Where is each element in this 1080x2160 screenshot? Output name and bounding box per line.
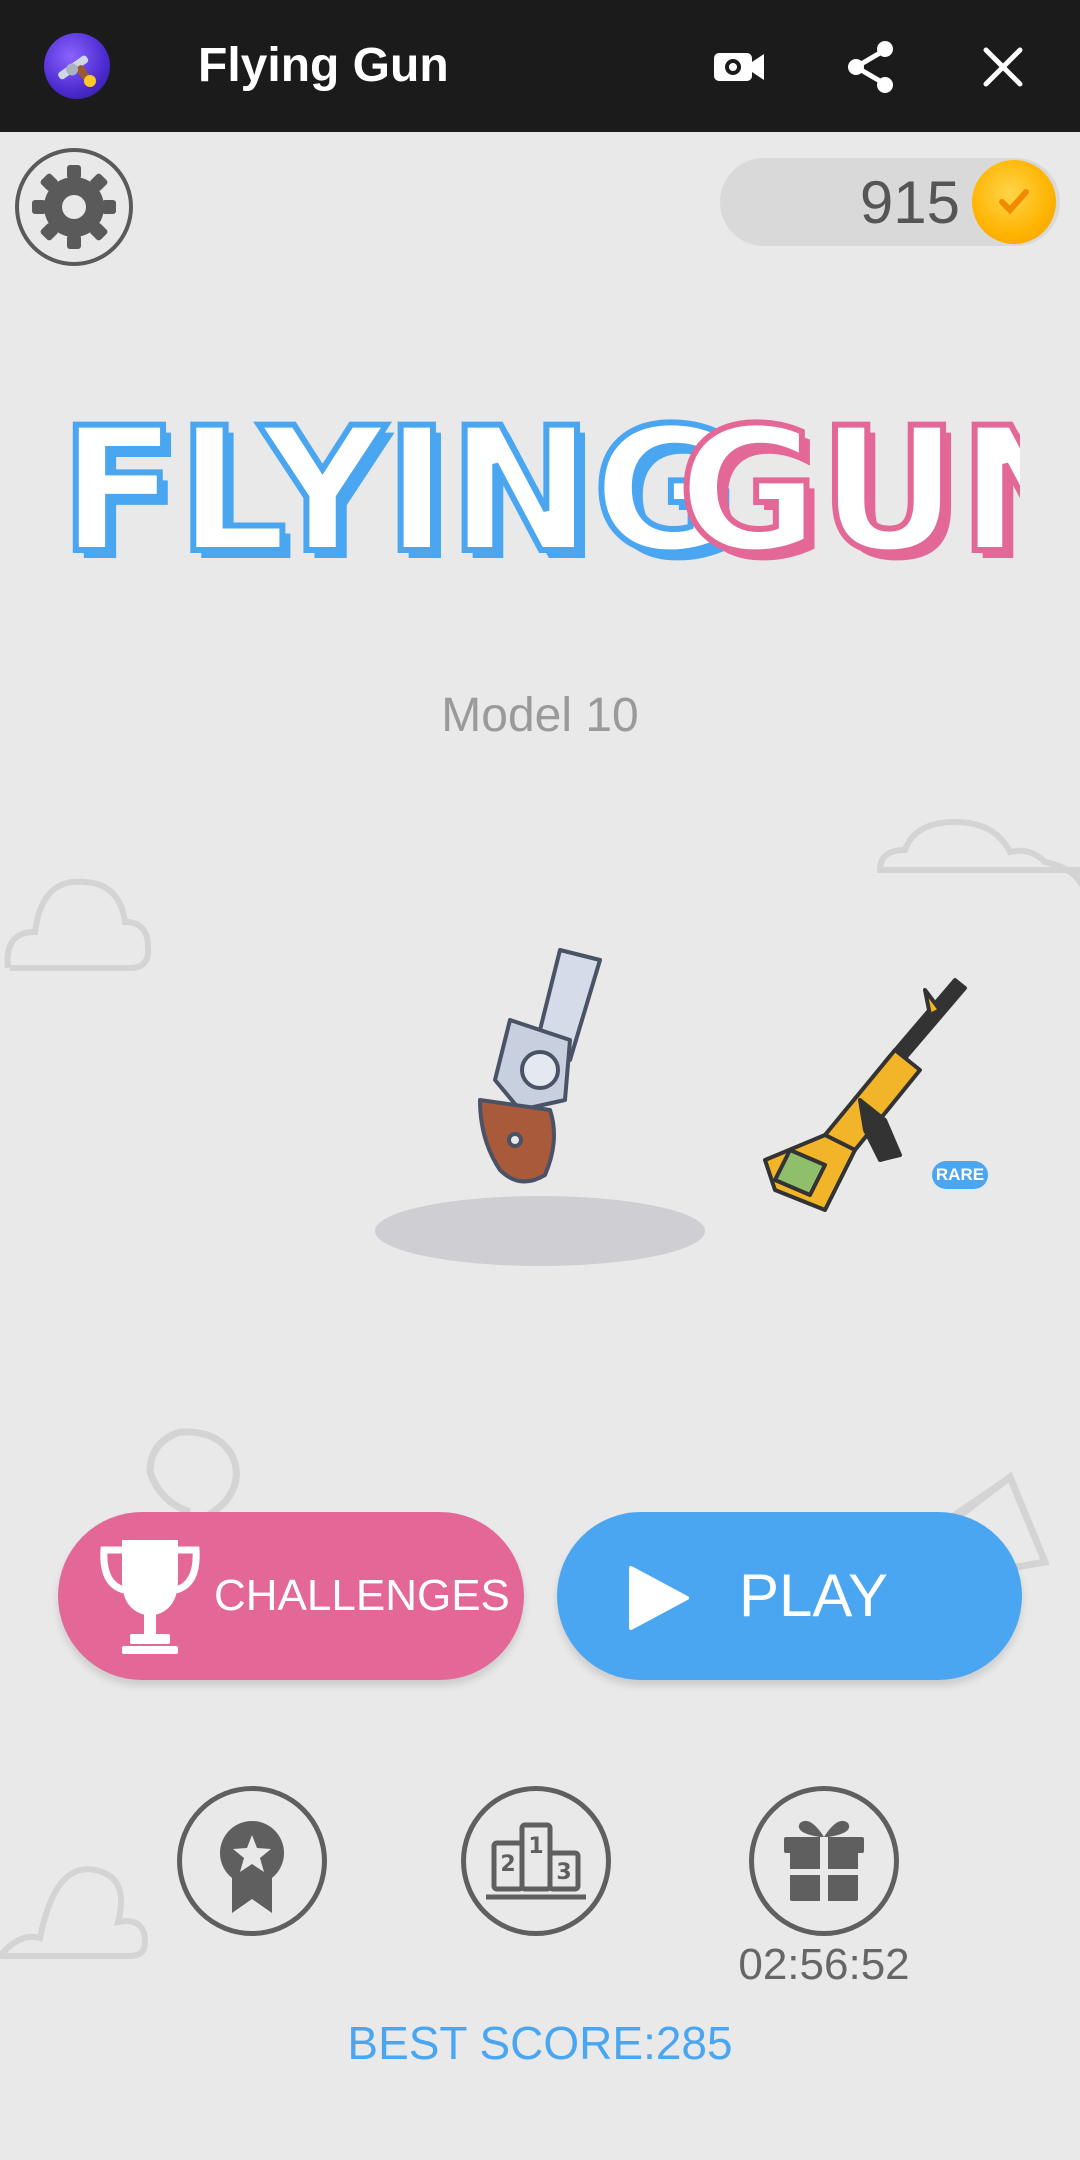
play-label: PLAY [739, 1562, 888, 1629]
leaderboard-podium-icon: 1 2 3 [486, 1822, 586, 1900]
best-score: BEST SCORE:285 [347, 2017, 733, 2069]
share-icon[interactable] [838, 34, 904, 100]
close-icon[interactable] [970, 34, 1036, 100]
rare-badge: RARE [932, 1161, 988, 1189]
model-label: Model 10 [441, 689, 639, 742]
app-title-bar: Flying Gun [0, 0, 1080, 132]
gift-icon [784, 1820, 864, 1901]
record-video-icon[interactable] [706, 34, 772, 100]
logo-word-gun: GUN [678, 390, 1020, 580]
achievements-button[interactable] [177, 1786, 327, 1936]
gift-button[interactable] [749, 1786, 899, 1936]
svg-text:3: 3 [556, 1860, 571, 1885]
game-logo: FLYING FLYING GUN GUN [60, 387, 1020, 580]
challenges-label: CHALLENGES [214, 1571, 510, 1620]
play-icon [629, 1566, 689, 1630]
trophy-icon [100, 1540, 200, 1654]
challenges-button[interactable]: CHALLENGES [58, 1512, 524, 1680]
coin-count: 915 [859, 169, 960, 236]
app-title: Flying Gun [198, 39, 449, 92]
play-button[interactable]: PLAY [557, 1512, 1022, 1680]
coin-balance[interactable]: 915 [720, 158, 1060, 246]
gift-timer: 02:56:52 [738, 1940, 910, 1989]
gear-icon [32, 165, 116, 249]
svg-text:1: 1 [528, 1834, 543, 1859]
achievement-badge-icon [220, 1821, 284, 1913]
coin-icon [972, 160, 1056, 244]
settings-button[interactable] [15, 148, 133, 266]
app-logo-icon [44, 33, 110, 99]
logo-word-flying: FLYING [60, 390, 734, 580]
revolver-icon[interactable] [440, 940, 620, 1200]
svg-text:2: 2 [500, 1852, 515, 1877]
weapon-shadow [375, 1196, 705, 1266]
leaderboard-button[interactable]: 1 2 3 [461, 1786, 611, 1936]
